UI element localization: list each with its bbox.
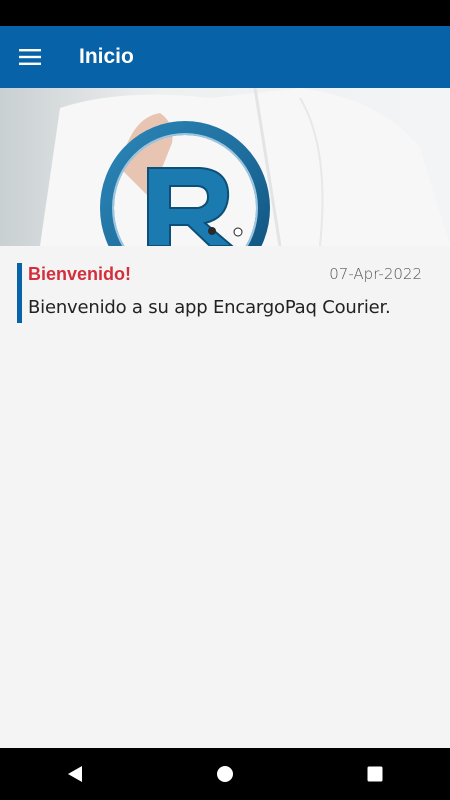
- news-card[interactable]: Bienvenido! 07-Apr-2022 Bienvenido a su …: [17, 263, 427, 323]
- hamburger-menu-icon: [19, 49, 41, 65]
- news-date: 07-Apr-2022: [329, 265, 422, 283]
- home-button[interactable]: [185, 748, 265, 800]
- recents-square-icon: [367, 766, 383, 782]
- system-nav-bar: [0, 748, 450, 800]
- app-bar: Inicio: [0, 26, 450, 88]
- back-button[interactable]: [35, 748, 115, 800]
- news-list: Bienvenido! 07-Apr-2022 Bienvenido a su …: [0, 246, 450, 748]
- home-circle-icon: [217, 766, 233, 782]
- news-title: Bienvenido!: [28, 264, 132, 284]
- back-triangle-icon: [68, 766, 82, 782]
- status-bar: [0, 0, 450, 26]
- hero-banner-image: [0, 88, 450, 246]
- menu-button[interactable]: [0, 26, 60, 88]
- app-screen: Inicio Bienvenido! 07-Apr-2022 Bienvenid…: [0, 0, 450, 800]
- card-accent-bar: [17, 263, 22, 323]
- news-body: Bienvenido a su app EncargoPaq Courier.: [28, 297, 391, 318]
- page-title: Inicio: [79, 45, 134, 68]
- recents-button[interactable]: [335, 748, 415, 800]
